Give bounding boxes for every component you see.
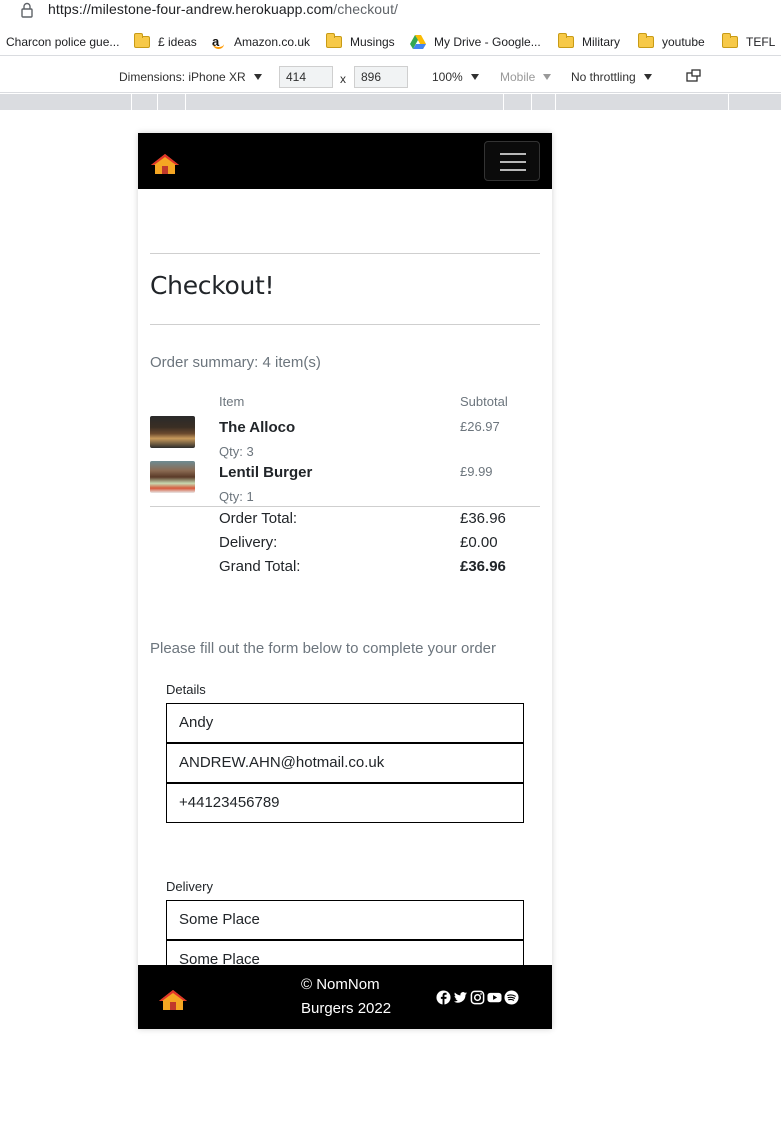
grand-total-label: Grand Total: (219, 558, 301, 575)
dimensions-label: Dimensions: iPhone XR (119, 70, 246, 84)
delivery-value: £0.00 (460, 534, 498, 551)
device-toolbar: Dimensions: iPhone XR 414 x 896 100% Mob… (0, 61, 781, 93)
street-address-1-field[interactable]: Some Place (166, 900, 524, 940)
folder-icon (134, 33, 150, 48)
bookmark-tefl[interactable]: TEFL (722, 33, 775, 51)
divider (150, 324, 540, 325)
bookmark-label: My Drive - Google... (434, 35, 541, 49)
item-qty: Qty: 3 (219, 444, 254, 459)
divider (150, 506, 540, 507)
column-header-item: Item (219, 394, 245, 409)
chevron-down-icon (643, 74, 652, 80)
order-summary-count: Order summary: 4 item(s) (150, 354, 321, 371)
column-header-subtotal: Subtotal (460, 394, 508, 409)
chevron-down-icon (543, 74, 552, 80)
chevron-down-icon (470, 74, 479, 80)
bookmark-my-drive[interactable]: My Drive - Google... (410, 33, 541, 51)
order-total-label: Order Total: (219, 510, 298, 527)
delivery-legend: Delivery (166, 879, 213, 894)
height-input[interactable]: 896 (354, 66, 408, 88)
rotate-icon[interactable] (686, 69, 702, 83)
bookmark-amazon[interactable]: a Amazon.co.uk (212, 33, 310, 51)
device-viewport: Checkout! Order summary: 4 item(s) Item … (138, 133, 552, 1029)
bookmark-label: TEFL (746, 35, 776, 49)
product-image-the-alloco (150, 416, 195, 448)
navbar (138, 133, 552, 189)
item-qty: Qty: 1 (219, 489, 254, 504)
twitter-icon[interactable] (453, 990, 468, 1005)
full-name-field[interactable]: Andy (166, 703, 524, 743)
form-instructions: Please fill out the form below to comple… (150, 640, 497, 657)
item-subtotal: £26.97 (460, 419, 500, 434)
home-logo-icon[interactable] (158, 989, 188, 1011)
bookmark-label: Military (582, 35, 620, 49)
bookmark-label: Musings (350, 35, 395, 49)
phone-field[interactable]: +44123456789 (166, 783, 524, 823)
folder-icon (638, 33, 654, 48)
delivery-label: Delivery: (219, 534, 278, 551)
throttling-label: No throttling (571, 70, 636, 84)
grand-total-value: £36.96 (460, 558, 506, 575)
folder-icon (558, 33, 574, 48)
media-query-ruler (0, 94, 781, 110)
throttling-dropdown[interactable]: No throttling (571, 70, 652, 84)
url-domain: https://milestone-four-andrew.herokuapp.… (48, 1, 334, 17)
facebook-icon[interactable] (436, 990, 451, 1005)
bookmark-charcon[interactable]: Charcon police gue... (6, 33, 119, 51)
dimension-separator: x (340, 72, 346, 86)
bookmarks-bar: Charcon police gue... £ ideas a Amazon.co… (0, 28, 781, 56)
youtube-icon[interactable] (487, 990, 502, 1005)
bookmark-military[interactable]: Military (558, 33, 620, 51)
product-image-lentil-burger (150, 461, 195, 493)
copyright-line: Burgers 2022 (301, 1000, 392, 1017)
navbar-toggler-button[interactable] (484, 141, 540, 181)
footer: © NomNom Burgers 2022 (138, 965, 552, 1029)
folder-icon (326, 33, 342, 48)
social-links (436, 990, 519, 1005)
item-name: Lentil Burger (219, 464, 313, 481)
google-drive-icon (410, 35, 426, 49)
zoom-dropdown[interactable]: 100% (432, 70, 479, 84)
email-field[interactable]: ANDREW.AHN@hotmail.co.uk (166, 743, 524, 783)
zoom-label: 100% (432, 70, 463, 84)
bookmark-musings[interactable]: Musings (326, 33, 395, 51)
device-type-label: Mobile (500, 70, 536, 84)
details-legend: Details (166, 682, 206, 697)
bookmark-label: £ ideas (158, 35, 197, 49)
order-total-value: £36.96 (460, 510, 506, 527)
amazon-icon: a (212, 35, 226, 49)
chevron-down-icon (253, 74, 262, 80)
device-type-dropdown[interactable]: Mobile (500, 70, 552, 84)
url-path: /checkout/ (333, 1, 399, 17)
item-name: The Alloco (219, 419, 296, 436)
width-input[interactable]: 414 (279, 66, 333, 88)
bookmark-label: Amazon.co.uk (234, 35, 311, 49)
url-text[interactable]: https://milestone-four-andrew.herokuapp.… (48, 1, 398, 17)
address-bar[interactable]: https://milestone-four-andrew.herokuapp.… (0, 0, 781, 24)
copyright-line: © NomNom (301, 976, 380, 993)
bookmark-ideas[interactable]: £ ideas (134, 33, 197, 51)
spotify-icon[interactable] (504, 990, 519, 1005)
home-logo-icon[interactable] (150, 153, 180, 175)
page-title: Checkout! (150, 271, 275, 300)
bookmark-label: Charcon police gue... (6, 35, 120, 49)
instagram-icon[interactable] (470, 990, 485, 1005)
item-subtotal: £9.99 (460, 464, 493, 479)
bookmark-youtube[interactable]: youtube (638, 33, 705, 51)
copyright-text: © NomNom Burgers 2022 (301, 973, 411, 1021)
bookmark-label: youtube (662, 35, 705, 49)
divider (150, 253, 540, 254)
dimensions-dropdown[interactable]: Dimensions: iPhone XR (119, 70, 262, 84)
folder-icon (722, 33, 738, 48)
lock-icon (21, 2, 33, 18)
